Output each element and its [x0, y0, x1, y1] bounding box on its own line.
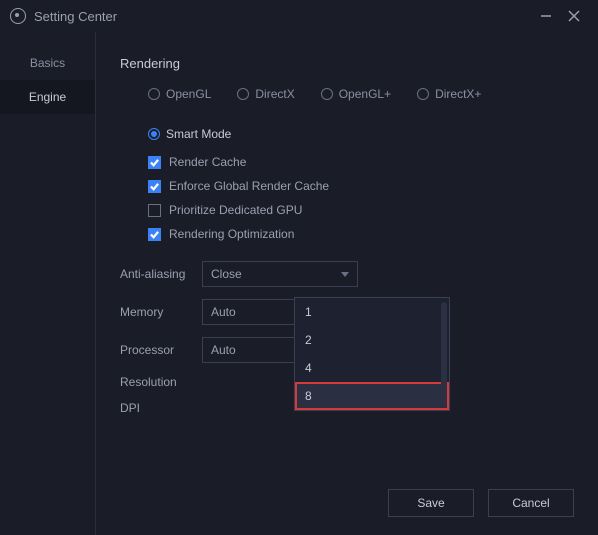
radio-dot-icon [321, 88, 333, 100]
dropdown-scrollbar[interactable] [441, 302, 447, 406]
radio-directx[interactable]: DirectX [237, 87, 294, 101]
sidebar: Basics Engine [0, 32, 96, 535]
check-label: Rendering Optimization [169, 227, 294, 241]
chevron-down-icon [341, 272, 349, 277]
label-processor: Processor [120, 343, 202, 357]
check-enforce-global-render-cache[interactable]: Enforce Global Render Cache [148, 179, 574, 193]
check-render-cache[interactable]: Render Cache [148, 155, 574, 169]
radio-smart-mode[interactable]: Smart Mode [148, 127, 231, 141]
radio-label: OpenGL [166, 87, 211, 101]
checkbox-icon [148, 156, 161, 169]
content-panel: Rendering OpenGL DirectX OpenGL+ DirectX… [96, 32, 598, 535]
save-button[interactable]: Save [388, 489, 474, 517]
radio-directx-plus[interactable]: DirectX+ [417, 87, 481, 101]
minimize-button[interactable] [532, 2, 560, 30]
radio-dot-icon [237, 88, 249, 100]
radio-dot-icon [148, 88, 160, 100]
checkbox-icon [148, 180, 161, 193]
check-label: Prioritize Dedicated GPU [169, 203, 302, 217]
checkbox-icon [148, 204, 161, 217]
checkbox-icon [148, 228, 161, 241]
section-heading-rendering: Rendering [120, 56, 574, 71]
label-anti-aliasing: Anti-aliasing [120, 267, 202, 281]
radio-opengl[interactable]: OpenGL [148, 87, 211, 101]
radio-opengl-plus[interactable]: OpenGL+ [321, 87, 391, 101]
check-label: Render Cache [169, 155, 246, 169]
rendering-checks: Render Cache Enforce Global Render Cache… [148, 155, 574, 241]
check-label: Enforce Global Render Cache [169, 179, 329, 193]
radio-label: DirectX+ [435, 87, 481, 101]
dropdown-option[interactable]: 1 [295, 298, 449, 326]
dropdown-option[interactable]: 2 [295, 326, 449, 354]
sidebar-item-engine[interactable]: Engine [0, 80, 95, 114]
sidebar-item-basics[interactable]: Basics [0, 46, 95, 80]
cancel-button[interactable]: Cancel [488, 489, 574, 517]
check-prioritize-dedicated-gpu[interactable]: Prioritize Dedicated GPU [148, 203, 574, 217]
radio-label: Smart Mode [166, 127, 231, 141]
radio-dot-icon [417, 88, 429, 100]
close-button[interactable] [560, 2, 588, 30]
select-value: Close [211, 267, 242, 281]
dropdown-option[interactable]: 4 [295, 354, 449, 382]
footer-buttons: Save Cancel [388, 489, 574, 517]
rendering-mode-group: OpenGL DirectX OpenGL+ DirectX+ Smart Mo… [148, 87, 574, 141]
window-title: Setting Center [34, 9, 117, 24]
dropdown-option-highlighted[interactable]: 8 [295, 382, 449, 410]
select-anti-aliasing[interactable]: Close [202, 261, 358, 287]
radio-label: DirectX [255, 87, 294, 101]
label-dpi: DPI [120, 401, 202, 415]
select-value: Auto [211, 343, 236, 357]
radio-dot-icon [148, 128, 160, 140]
processor-dropdown-list: 1 2 4 8 [294, 297, 450, 411]
check-rendering-optimization[interactable]: Rendering Optimization [148, 227, 574, 241]
titlebar: Setting Center [0, 0, 598, 32]
app-logo-icon [10, 8, 26, 24]
radio-label: OpenGL+ [339, 87, 391, 101]
label-resolution: Resolution [120, 375, 202, 389]
label-memory: Memory [120, 305, 202, 319]
select-value: Auto [211, 305, 236, 319]
